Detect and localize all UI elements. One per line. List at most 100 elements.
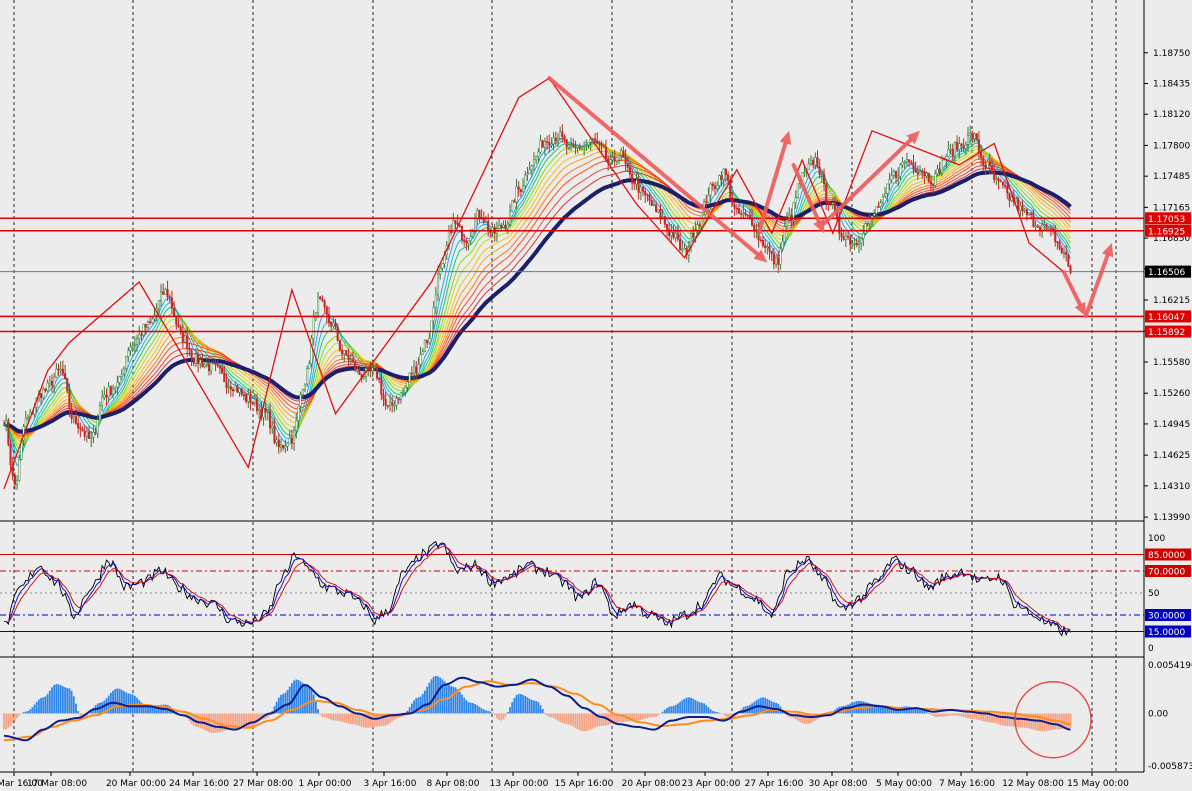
macd-histogram-bar bbox=[29, 709, 32, 714]
candle-body bbox=[301, 389, 304, 395]
candle-body bbox=[181, 330, 184, 343]
macd-histogram-bar bbox=[655, 713, 658, 717]
candle-body bbox=[205, 364, 208, 366]
candle-body bbox=[977, 139, 980, 153]
macd-histogram-bar bbox=[116, 688, 119, 714]
macd-histogram-bar bbox=[1041, 713, 1044, 732]
macd-histogram-bar bbox=[557, 713, 559, 721]
candle-body bbox=[897, 175, 900, 178]
macd-histogram-bar bbox=[962, 713, 965, 718]
candle-body bbox=[635, 180, 638, 185]
candle-body bbox=[303, 383, 307, 390]
macd-histogram-bar bbox=[504, 713, 507, 717]
macd-histogram-bar bbox=[277, 697, 280, 714]
macd-histogram-bar bbox=[312, 694, 315, 714]
macd-histogram-bar bbox=[308, 686, 311, 714]
candle-body bbox=[696, 224, 699, 231]
macd-histogram-bar bbox=[458, 691, 461, 714]
candle-body bbox=[351, 359, 355, 363]
candle-body bbox=[604, 146, 608, 159]
candle-body bbox=[940, 158, 943, 173]
candle-body bbox=[550, 143, 553, 146]
candle-body bbox=[491, 227, 494, 233]
time-tick-label: 15 May 00:00 bbox=[1067, 779, 1129, 789]
candle-body bbox=[546, 141, 549, 143]
macd-histogram-bar bbox=[5, 713, 8, 730]
macd-tick-label: -0.005873 bbox=[1148, 762, 1192, 772]
candle-body bbox=[482, 219, 485, 223]
macd-histogram-bar bbox=[465, 700, 468, 714]
candle-body bbox=[397, 398, 400, 400]
macd-histogram-bar bbox=[973, 713, 976, 719]
candle-body bbox=[1008, 192, 1011, 201]
price-tick-label: 1.16215 bbox=[1153, 296, 1190, 306]
candle-body bbox=[890, 175, 893, 181]
macd-histogram-bar bbox=[118, 688, 121, 714]
macd-histogram-bar bbox=[203, 713, 206, 731]
macd-histogram-bar bbox=[679, 701, 682, 714]
candle-body bbox=[711, 183, 714, 187]
macd-histogram-bar bbox=[53, 684, 56, 714]
candle-body bbox=[1006, 186, 1009, 194]
candle-body bbox=[384, 398, 387, 406]
candle-body bbox=[990, 165, 994, 173]
macd-histogram-bar bbox=[369, 713, 372, 728]
macd-histogram-bar bbox=[533, 700, 535, 714]
candle-body bbox=[659, 209, 662, 219]
macd-histogram-bar bbox=[720, 713, 723, 714]
candle-body bbox=[2, 424, 6, 426]
candle-body bbox=[373, 366, 376, 369]
candle-body bbox=[855, 242, 858, 245]
macd-histogram-bar bbox=[79, 713, 82, 717]
macd-histogram-bar bbox=[949, 713, 952, 716]
candle-body bbox=[580, 146, 584, 149]
candle-body bbox=[382, 394, 385, 400]
candle-body bbox=[55, 368, 58, 378]
macd-histogram-bar bbox=[1010, 713, 1013, 727]
candle-body bbox=[179, 326, 182, 332]
macd-histogram-bar bbox=[3, 713, 5, 730]
macd-histogram-bar bbox=[537, 702, 540, 714]
macd-histogram-bar bbox=[541, 709, 544, 714]
candle-body bbox=[554, 137, 557, 142]
candle-body bbox=[698, 224, 701, 227]
macd-histogram-bar bbox=[511, 702, 514, 714]
macd-histogram-bar bbox=[1008, 713, 1011, 727]
macd-histogram-bar bbox=[583, 713, 586, 732]
candle-body bbox=[297, 406, 300, 421]
candle-body bbox=[321, 298, 324, 302]
price-tick-label: 1.18120 bbox=[1153, 110, 1190, 120]
price-tick-label: 1.14625 bbox=[1153, 451, 1190, 461]
candle-body bbox=[330, 322, 333, 327]
candle-body bbox=[183, 335, 187, 343]
macd-histogram-bar bbox=[491, 713, 494, 714]
chart-window: 1.18750 1.18435 1.18120 1.17800 1.17485 1.171… bbox=[0, 0, 1192, 791]
macd-histogram-bar bbox=[718, 712, 721, 714]
macd-histogram-bar bbox=[44, 696, 47, 714]
candle-body bbox=[101, 397, 104, 406]
candle-body bbox=[665, 223, 669, 230]
candle-body bbox=[432, 306, 435, 322]
candle-body bbox=[918, 171, 922, 175]
candle-body bbox=[530, 165, 533, 171]
macd-histogram-bar bbox=[450, 686, 453, 714]
candle-body bbox=[467, 240, 470, 244]
macd-histogram-bar bbox=[559, 713, 562, 722]
candle-body bbox=[61, 368, 64, 374]
candle-body bbox=[109, 386, 112, 395]
macd-histogram-bar bbox=[352, 713, 354, 725]
macd-histogram-bar bbox=[969, 713, 972, 719]
candle-body bbox=[463, 239, 466, 242]
macd-histogram-bar bbox=[884, 707, 887, 714]
time-tick-label: 23 Apr 00:00 bbox=[682, 779, 741, 789]
candle-body bbox=[295, 420, 298, 431]
candle-body bbox=[131, 345, 134, 348]
macd-histogram-bar bbox=[711, 711, 714, 714]
macd-histogram-bar bbox=[7, 713, 10, 728]
candle-body bbox=[705, 201, 708, 203]
macd-histogram-bar bbox=[954, 713, 956, 716]
candle-body bbox=[79, 427, 82, 430]
candle-body bbox=[251, 402, 254, 405]
candle-body bbox=[775, 257, 778, 265]
candle-body bbox=[565, 139, 568, 148]
